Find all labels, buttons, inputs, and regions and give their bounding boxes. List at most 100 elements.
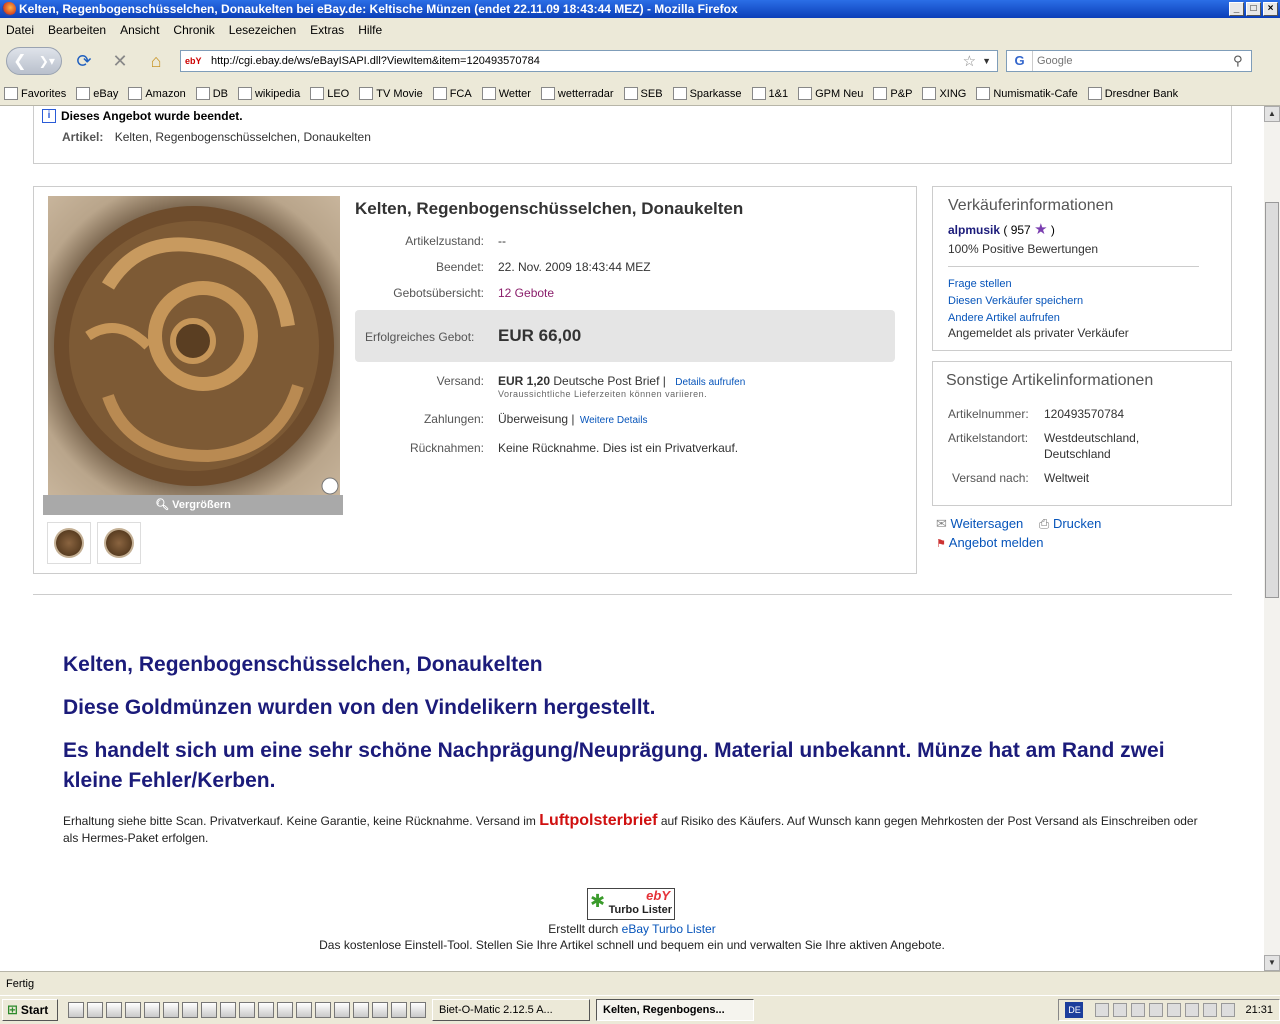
zahlung-value: Überweisung | bbox=[498, 412, 575, 426]
vertical-scrollbar[interactable]: ▲ ▼ bbox=[1264, 106, 1280, 971]
print-link[interactable]: Drucken bbox=[1053, 516, 1101, 531]
quicklaunch-icon[interactable] bbox=[144, 1002, 160, 1018]
quicklaunch-icon[interactable] bbox=[315, 1002, 331, 1018]
bookmark-star-icon[interactable]: ☆ bbox=[963, 52, 976, 70]
menu-extras[interactable]: Extras bbox=[310, 23, 344, 37]
bookmark-item[interactable]: Amazon bbox=[128, 87, 186, 100]
thumbnail-1[interactable] bbox=[47, 522, 91, 564]
tray-icon[interactable] bbox=[1221, 1003, 1236, 1017]
share-link[interactable]: Weitersagen bbox=[951, 516, 1024, 531]
bookmark-item[interactable]: Numismatik-Cafe bbox=[976, 87, 1078, 100]
bookmark-item[interactable]: P&P bbox=[873, 87, 912, 100]
quicklaunch-icon[interactable] bbox=[220, 1002, 236, 1018]
quicklaunch-icon[interactable] bbox=[87, 1002, 103, 1018]
turbo-lister-logo[interactable]: ✱ ebY Turbo Lister bbox=[587, 888, 675, 920]
task-firefox[interactable]: Kelten, Regenbogens... bbox=[596, 999, 754, 1021]
forward-arrow-icon[interactable]: ❯▾ bbox=[39, 54, 55, 68]
start-button[interactable]: ⊞ Start bbox=[2, 999, 58, 1021]
tray-icon[interactable] bbox=[1113, 1003, 1128, 1017]
menu-hilfe[interactable]: Hilfe bbox=[358, 23, 382, 37]
menu-chronik[interactable]: Chronik bbox=[173, 23, 214, 37]
scroll-thumb[interactable] bbox=[1265, 202, 1279, 598]
bookmark-item[interactable]: GPM Neu bbox=[798, 87, 863, 100]
bookmark-item[interactable]: Favorites bbox=[4, 87, 66, 100]
home-icon[interactable]: ⌂ bbox=[142, 47, 170, 75]
bookmark-item[interactable]: TV Movie bbox=[359, 87, 423, 100]
bookmark-item[interactable]: wetterradar bbox=[540, 87, 614, 100]
url-bar[interactable]: ebY http://cgi.ebay.de/ws/eBayISAPI.dll?… bbox=[180, 50, 998, 72]
bookmark-item[interactable]: wikipedia bbox=[237, 87, 301, 100]
ask-question-link[interactable]: Frage stellen bbox=[948, 278, 1012, 290]
seller-name-link[interactable]: alpmusik bbox=[948, 223, 1000, 237]
bookmark-item[interactable]: Dresdner Bank bbox=[1087, 87, 1178, 100]
google-engine-icon[interactable]: G bbox=[1007, 51, 1033, 71]
quicklaunch-icon[interactable] bbox=[277, 1002, 293, 1018]
gebot-link[interactable]: 12 Gebote bbox=[498, 286, 554, 300]
save-seller-link[interactable]: Diesen Verkäufer speichern bbox=[948, 295, 1083, 307]
url-text[interactable]: http://cgi.ebay.de/ws/eBayISAPI.dll?View… bbox=[211, 55, 963, 67]
scroll-up-arrow[interactable]: ▲ bbox=[1264, 106, 1280, 122]
versand-details-link[interactable]: Details aufrufen bbox=[675, 377, 745, 388]
quicklaunch-icon[interactable] bbox=[163, 1002, 179, 1018]
quicklaunch-icon[interactable] bbox=[201, 1002, 217, 1018]
item-photo[interactable] bbox=[48, 196, 340, 496]
quicklaunch-icon[interactable] bbox=[391, 1002, 407, 1018]
chevron-down-icon[interactable]: ▼ bbox=[982, 56, 991, 66]
seller-score[interactable]: ( 957 bbox=[1003, 223, 1030, 237]
task-bietomatic[interactable]: Biet-O-Matic 2.12.5 A... bbox=[432, 999, 590, 1021]
other-items-link[interactable]: Andere Artikel aufrufen bbox=[948, 312, 1060, 324]
menu-ansicht[interactable]: Ansicht bbox=[120, 23, 159, 37]
back-arrow-icon[interactable]: ❮ bbox=[13, 51, 26, 71]
bookmark-item[interactable]: XING bbox=[922, 87, 966, 100]
thumbnail-2[interactable] bbox=[97, 522, 141, 564]
item-box: 🔍︎ Vergrößern Kelten, Regenbogenschüssel… bbox=[33, 186, 917, 574]
tray-icon[interactable] bbox=[1095, 1003, 1110, 1017]
quicklaunch-icon[interactable] bbox=[239, 1002, 255, 1018]
report-link[interactable]: Angebot melden bbox=[949, 535, 1044, 550]
tray-icon[interactable] bbox=[1167, 1003, 1182, 1017]
quicklaunch-icon[interactable] bbox=[410, 1002, 426, 1018]
zahlung-details-link[interactable]: Weitere Details bbox=[580, 415, 648, 426]
turbo-lister-link[interactable]: eBay Turbo Lister bbox=[622, 922, 716, 936]
quicklaunch-icon[interactable] bbox=[106, 1002, 122, 1018]
quicklaunch-icon[interactable] bbox=[182, 1002, 198, 1018]
menu-lesezeichen[interactable]: Lesezeichen bbox=[229, 23, 296, 37]
language-indicator[interactable]: DE bbox=[1065, 1002, 1084, 1018]
bookmark-label: FCA bbox=[449, 87, 472, 100]
page-icon bbox=[976, 87, 991, 100]
zoom-button[interactable]: 🔍︎ Vergrößern bbox=[43, 495, 343, 515]
bookmark-item[interactable]: LEO bbox=[310, 87, 349, 100]
tray-icon[interactable] bbox=[1131, 1003, 1146, 1017]
minimize-button[interactable]: _ bbox=[1229, 2, 1244, 16]
tray-icon[interactable] bbox=[1185, 1003, 1200, 1017]
quicklaunch-icon[interactable] bbox=[353, 1002, 369, 1018]
quicklaunch-icon[interactable] bbox=[334, 1002, 350, 1018]
search-bar: G ⚲ bbox=[1006, 50, 1252, 72]
maximize-button[interactable]: □ bbox=[1246, 2, 1261, 16]
quicklaunch-icon[interactable] bbox=[296, 1002, 312, 1018]
tray-icon[interactable] bbox=[1203, 1003, 1218, 1017]
scroll-down-arrow[interactable]: ▼ bbox=[1264, 955, 1280, 971]
bookmark-item[interactable]: Wetter bbox=[481, 87, 531, 100]
quicklaunch-icon[interactable] bbox=[372, 1002, 388, 1018]
mail-icon bbox=[798, 87, 813, 100]
bookmark-item[interactable]: SEB bbox=[623, 87, 663, 100]
bookmark-item[interactable]: DB bbox=[195, 87, 228, 100]
reload-icon[interactable]: ⟳ bbox=[70, 47, 98, 75]
menu-datei[interactable]: Datei bbox=[6, 23, 34, 37]
page-content: i Dieses Angebot wurde beendet. Artikel:… bbox=[0, 106, 1264, 971]
quicklaunch-icon[interactable] bbox=[258, 1002, 274, 1018]
quicklaunch-icon[interactable] bbox=[125, 1002, 141, 1018]
bookmark-item[interactable]: FCA bbox=[432, 87, 472, 100]
menu-bearbeiten[interactable]: Bearbeiten bbox=[48, 23, 106, 37]
bookmark-item[interactable]: Sparkasse bbox=[672, 87, 742, 100]
search-icon[interactable]: ⚲ bbox=[1233, 53, 1251, 69]
quicklaunch-icon[interactable] bbox=[68, 1002, 84, 1018]
bookmark-item[interactable]: 1&1 bbox=[751, 87, 788, 100]
tray-icon[interactable] bbox=[1149, 1003, 1164, 1017]
search-input[interactable] bbox=[1033, 52, 1233, 70]
bookmark-label: wikipedia bbox=[254, 87, 301, 100]
stop-icon[interactable]: ✕ bbox=[106, 47, 134, 75]
close-button[interactable]: × bbox=[1263, 2, 1278, 16]
bookmark-item[interactable]: eBay bbox=[76, 87, 118, 100]
